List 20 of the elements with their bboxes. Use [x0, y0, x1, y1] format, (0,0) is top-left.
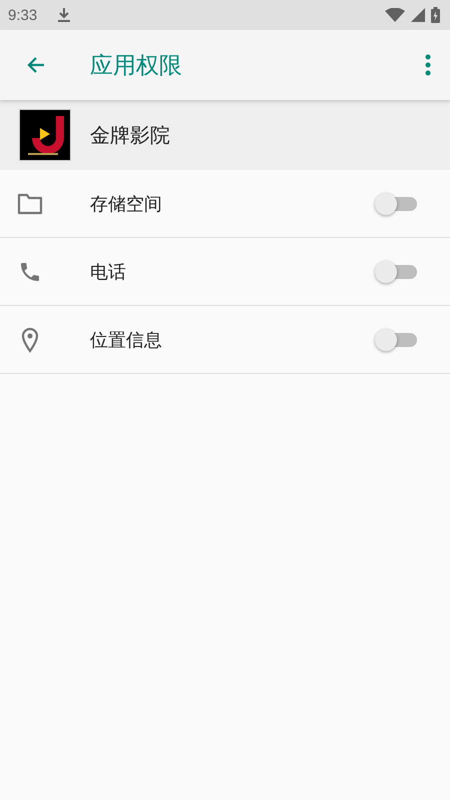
- more-options-icon: [425, 54, 431, 76]
- battery-icon: [431, 7, 440, 23]
- status-time: 9:33: [8, 6, 38, 24]
- app-name: 金牌影院: [90, 122, 170, 148]
- download-icon: [57, 7, 72, 23]
- permission-label: 存储空间: [90, 192, 163, 216]
- location-pin-icon: [21, 326, 39, 352]
- toggle-switch[interactable]: [375, 328, 417, 352]
- signal-icon: [411, 8, 425, 22]
- permission-label: 位置信息: [90, 328, 163, 352]
- folder-icon: [17, 192, 43, 214]
- permission-row[interactable]: 存储空间: [0, 170, 450, 238]
- wifi-icon: [385, 8, 405, 22]
- toggle-switch[interactable]: [375, 192, 417, 216]
- screen-title: 应用权限: [90, 52, 183, 80]
- permission-label: 电话: [90, 260, 127, 284]
- toggle-switch[interactable]: [375, 260, 417, 284]
- permission-row[interactable]: 位置信息: [0, 306, 450, 374]
- permission-row[interactable]: 电话: [0, 238, 450, 306]
- app-logo-icon: [20, 110, 70, 160]
